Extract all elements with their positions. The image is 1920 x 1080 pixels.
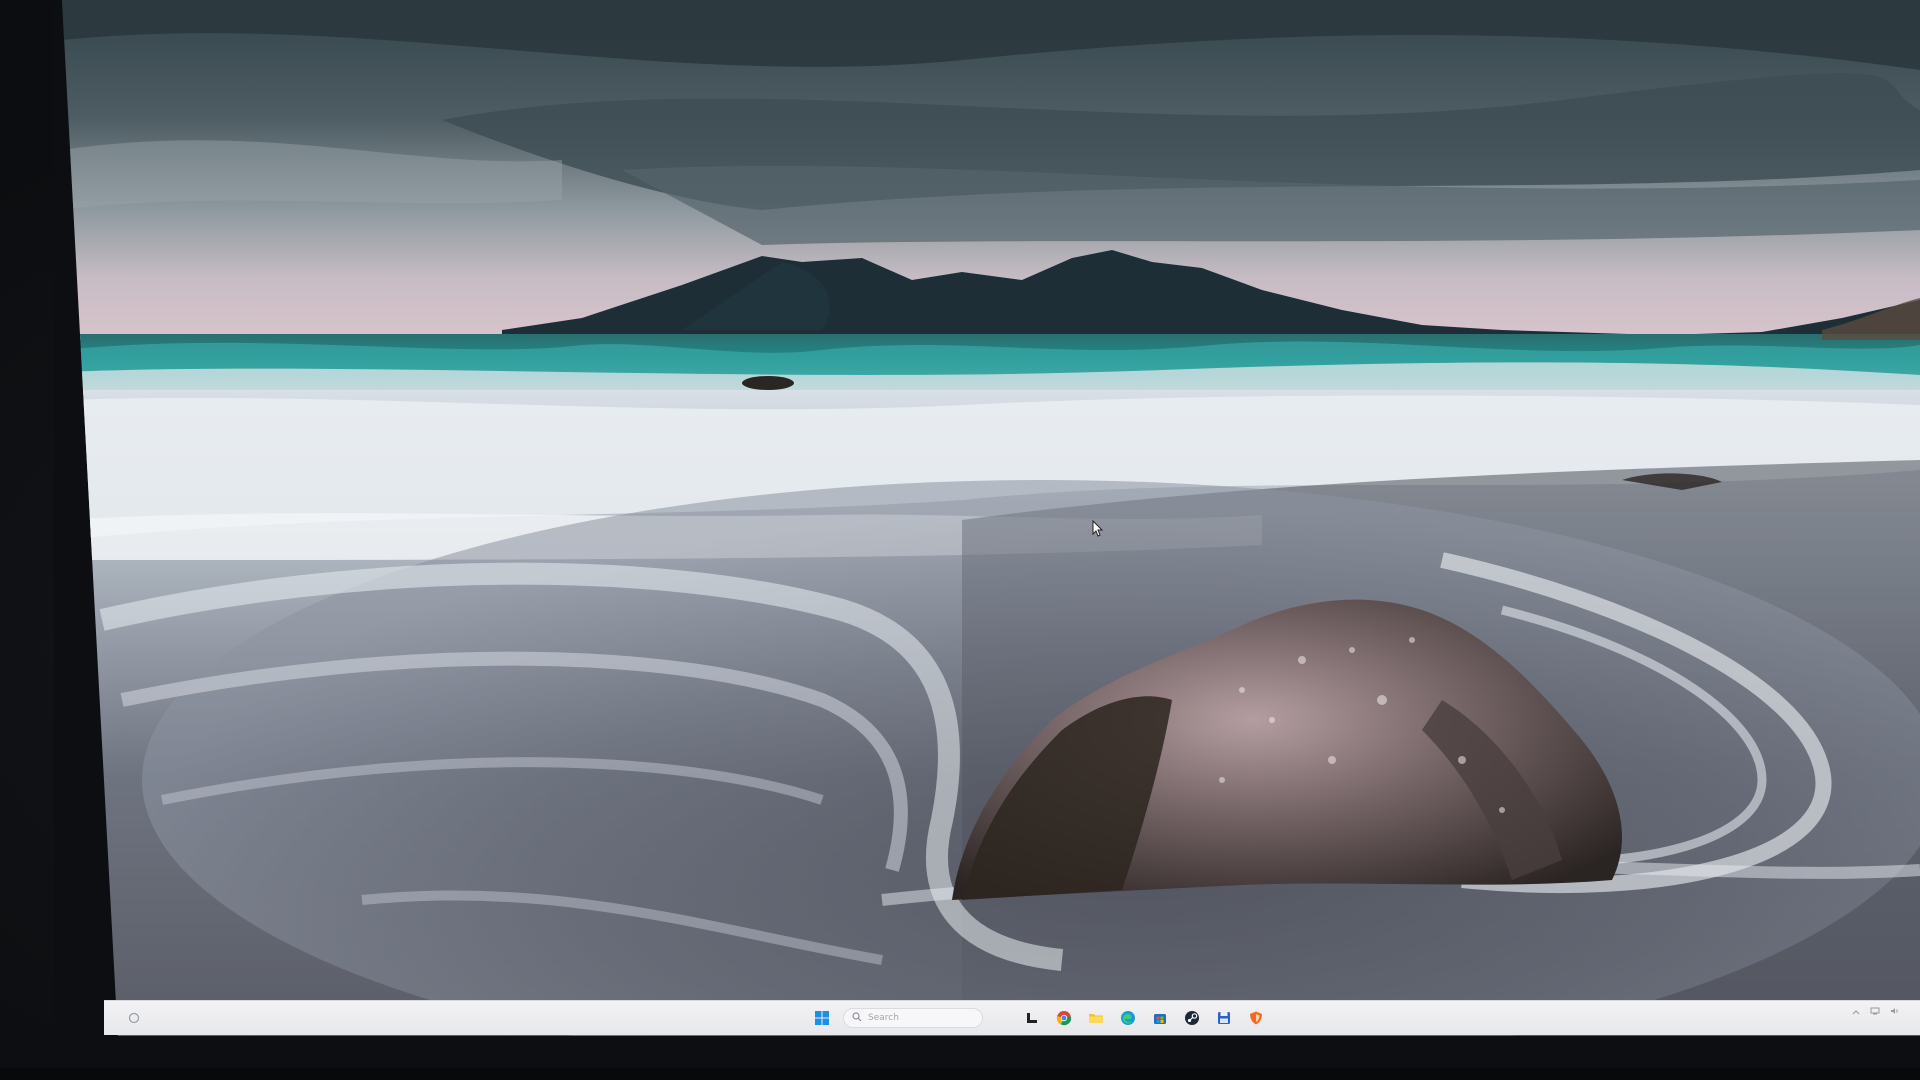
store-icon [1154, 1014, 1166, 1024]
taskbar-center [811, 1005, 1267, 1031]
edge-icon [1121, 1011, 1135, 1025]
start-icon [815, 1011, 829, 1025]
save-app-button[interactable] [1213, 1007, 1235, 1029]
chrome-button[interactable] [1053, 1007, 1075, 1029]
desktop-wallpaper [62, 0, 1920, 1036]
search-input[interactable] [868, 1013, 968, 1023]
desktop-screen [62, 0, 1920, 1036]
widgets-button[interactable] [126, 1010, 142, 1026]
shield-icon [1250, 1011, 1262, 1025]
search-icon [852, 1011, 862, 1025]
steam-button[interactable] [1181, 1007, 1203, 1029]
shield-app-button[interactable] [1245, 1007, 1267, 1029]
volume-icon[interactable] [1890, 1007, 1900, 1018]
taskbar-search[interactable] [843, 1008, 983, 1028]
save-icon [1218, 1012, 1230, 1024]
network-icon[interactable] [1870, 1007, 1880, 1018]
taskbar [104, 1000, 1920, 1035]
file-explorer-button[interactable] [1085, 1007, 1107, 1029]
steam-icon [1185, 1011, 1199, 1025]
chrome-icon [1056, 1011, 1072, 1026]
system-tray [1852, 1007, 1910, 1018]
task-view-icon [1027, 1013, 1037, 1023]
chevron-up-icon[interactable] [1852, 1008, 1860, 1018]
edge-button[interactable] [1117, 1007, 1139, 1029]
store-button[interactable] [1149, 1007, 1171, 1029]
task-view-button[interactable] [1021, 1007, 1043, 1029]
monitor-base-edge [0, 1068, 1920, 1080]
file-explorer-icon [1089, 1014, 1103, 1023]
photo-of-monitor [0, 0, 1920, 1080]
start-button[interactable] [811, 1007, 833, 1029]
